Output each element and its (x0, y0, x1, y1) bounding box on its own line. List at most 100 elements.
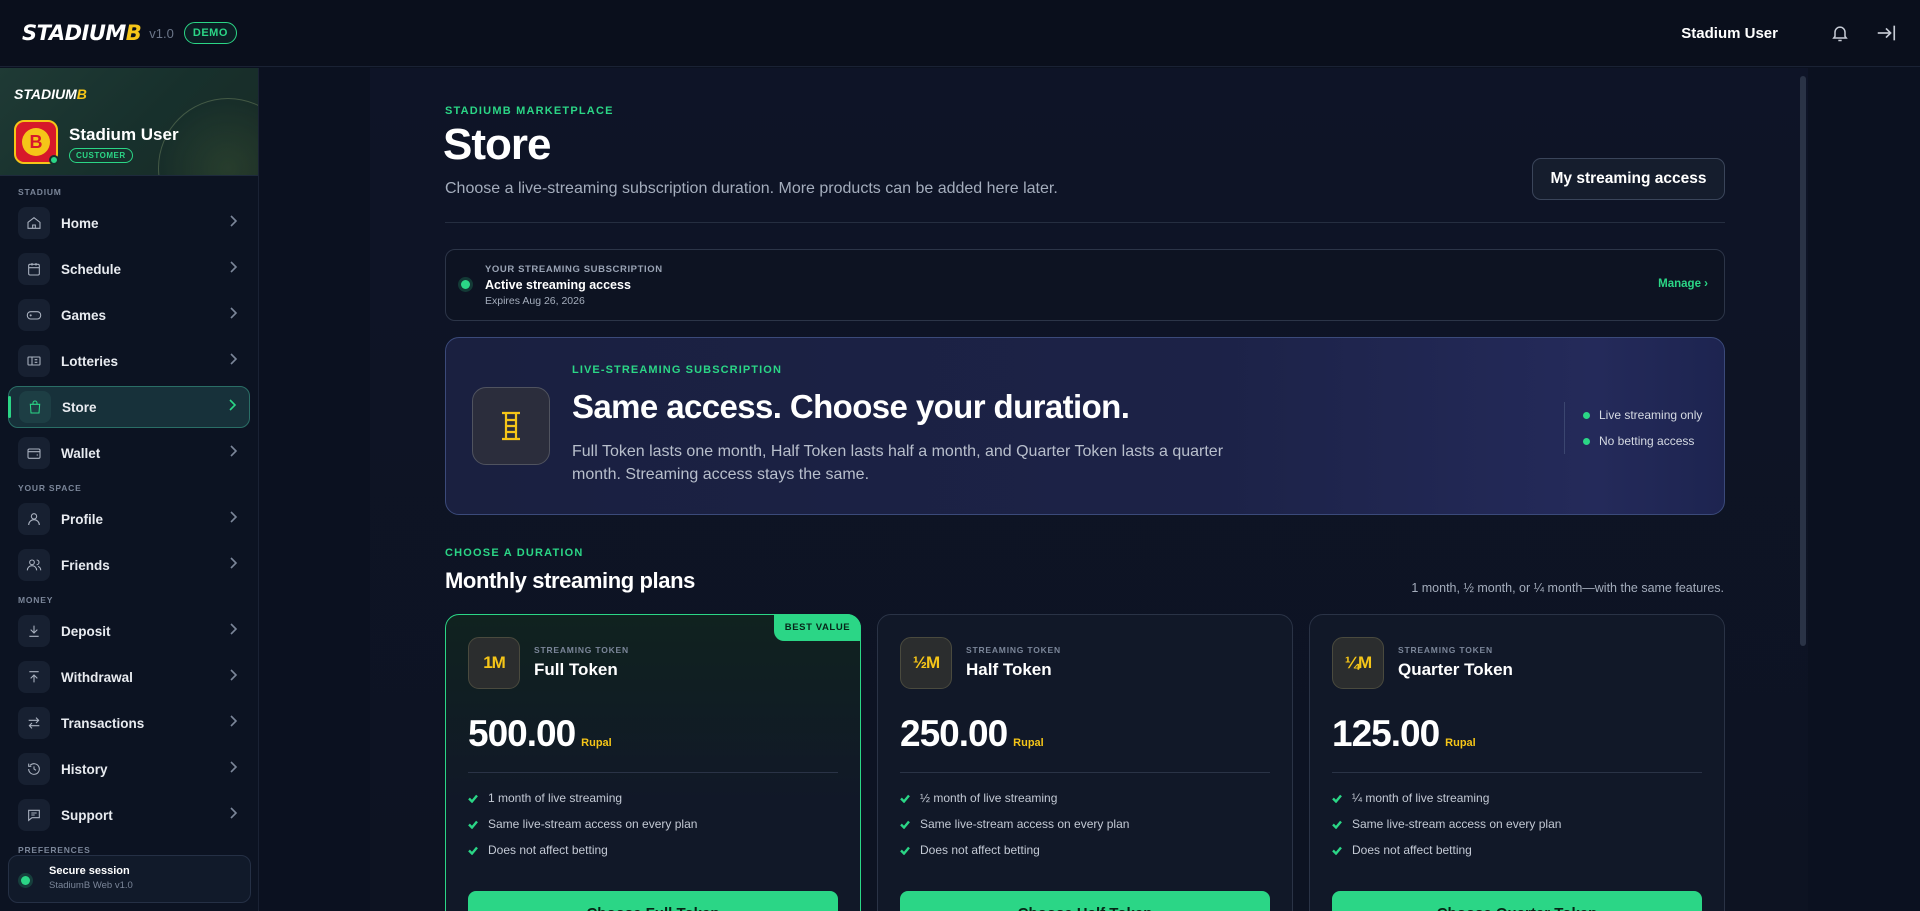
my-streaming-access-button[interactable]: My streaming access (1532, 158, 1725, 200)
online-status-dot (49, 155, 59, 165)
sidebar-item-history[interactable]: History (8, 748, 250, 790)
check-icon (900, 846, 910, 855)
choose-full-token-button[interactable]: Choose Full Token (468, 891, 838, 911)
sidebar-item-label: Home (61, 215, 99, 231)
users-icon (18, 549, 50, 581)
message-icon (18, 799, 50, 831)
plan-feature: Same live-stream access on every plan (1332, 817, 1561, 831)
sidebar-item-label: Lotteries (61, 353, 119, 369)
page-subtitle: Choose a live-streaming subscription dur… (445, 180, 1058, 197)
sidebar-item-games[interactable]: Games (8, 294, 250, 336)
upload-icon (18, 661, 50, 693)
plan-feature: Does not affect betting (900, 843, 1040, 857)
sidebar-logo: STADIUMB (14, 86, 87, 102)
plan-feature: ¼ month of live streaming (1332, 791, 1489, 805)
plan-card-full-token[interactable]: BEST VALUE 1M STREAMING TOKEN Full Token… (445, 614, 861, 911)
chevron-right-icon (228, 260, 238, 278)
sidebar-item-label: Store (62, 399, 97, 415)
hero-title: Same access. Choose your duration. (572, 388, 1130, 425)
swap-icon (18, 707, 50, 739)
sidebar-item-label: Withdrawal (61, 669, 133, 685)
chevron-right-icon (228, 760, 238, 778)
plan-feature: Same live-stream access on every plan (468, 817, 697, 831)
hero-feature: No betting access (1583, 428, 1702, 454)
chevron-right-icon (228, 352, 238, 370)
section-label-money: MONEY (18, 595, 54, 605)
manage-link[interactable]: Manage › (1658, 278, 1708, 290)
plan-kicker: STREAMING TOKEN (966, 645, 1061, 655)
wallet-icon (18, 437, 50, 469)
price-currency: Rupal (1013, 737, 1044, 749)
plan-duration-icon: 1M (468, 637, 520, 689)
check-icon (900, 820, 910, 829)
chevron-right-icon (228, 556, 238, 574)
sidebar-item-label: Profile (61, 511, 104, 527)
sidebar-item-home[interactable]: Home (8, 202, 250, 244)
top-user-name[interactable]: Stadium User (1681, 25, 1778, 42)
page-title: Store (443, 120, 551, 169)
scrollbar-thumb[interactable] (1800, 76, 1806, 646)
user-icon (18, 503, 50, 535)
plans-note: 1 month, ½ month, or ¼ month—with the sa… (1411, 581, 1724, 595)
bell-icon[interactable] (1828, 21, 1852, 45)
plan-card-quarter-token[interactable]: ¼M STREAMING TOKEN Quarter Token 125.00 … (1309, 614, 1725, 911)
token-icon (472, 387, 550, 465)
hero-feature-list: Live streaming only No betting access (1564, 402, 1702, 454)
avatar[interactable]: B (14, 120, 59, 165)
subscription-kicker: YOUR STREAMING SUBSCRIPTION (485, 264, 663, 275)
sidebar-item-withdrawal[interactable]: Withdrawal (8, 656, 250, 698)
plan-kicker: STREAMING TOKEN (1398, 645, 1493, 655)
chevron-right-icon (228, 306, 238, 324)
choose-quarter-token-button[interactable]: Choose Quarter Token (1332, 891, 1702, 911)
hero-description: Full Token lasts one month, Half Token l… (572, 443, 1224, 483)
top-bar: STADIUMB v1.0 DEMO Stadium User (0, 0, 1920, 67)
plan-duration-icon: ½M (900, 637, 952, 689)
sidebar-item-wallet[interactable]: Wallet (8, 432, 250, 474)
sidebar-item-store[interactable]: Store (8, 386, 250, 428)
sidebar-item-profile[interactable]: Profile (8, 498, 250, 540)
secure-session-card: Secure session StadiumB Web v1.0 (8, 855, 251, 903)
check-icon (1332, 846, 1342, 855)
home-icon (18, 207, 50, 239)
sidebar-item-label: Deposit (61, 623, 111, 639)
role-badge: CUSTOMER (69, 148, 133, 163)
page-kicker: STADIUMB MARKETPLACE (445, 105, 614, 117)
scrollbar[interactable] (1800, 76, 1806, 908)
sidebar-item-transactions[interactable]: Transactions (8, 702, 250, 744)
best-value-badge: BEST VALUE (774, 614, 861, 641)
logout-icon[interactable] (1874, 21, 1898, 45)
secure-session-subtitle: StadiumB Web v1.0 (49, 880, 133, 891)
sidebar-item-label: History (61, 761, 108, 777)
price-amount: 125.00 (1332, 713, 1440, 754)
sidebar-item-schedule[interactable]: Schedule (8, 248, 250, 290)
gamepad-icon (18, 299, 50, 331)
header-divider (445, 222, 1725, 223)
plan-card-half-token[interactable]: ½M STREAMING TOKEN Half Token 250.00 Rup… (877, 614, 1293, 911)
subscription-status: Active streaming access (485, 278, 631, 292)
sidebar-item-label: Support (61, 807, 113, 823)
sidebar-item-support[interactable]: Support (8, 794, 250, 836)
ticket-icon (18, 345, 50, 377)
plan-price: 250.00 Rupal (900, 713, 1044, 755)
plan-name: Half Token (966, 660, 1052, 679)
history-icon (18, 753, 50, 785)
sidebar-item-deposit[interactable]: Deposit (8, 610, 250, 652)
sidebar-item-friends[interactable]: Friends (8, 544, 250, 586)
plans-title: Monthly streaming plans (445, 568, 695, 593)
profile-card[interactable]: STADIUMB B Stadium User CUSTOMER (0, 68, 258, 176)
app-logo[interactable]: STADIUMB (22, 21, 142, 45)
check-icon (468, 794, 478, 803)
hero-banner: LIVE-STREAMING SUBSCRIPTION Same access.… (445, 337, 1725, 515)
plan-feature: Does not affect betting (468, 843, 608, 857)
choose-half-token-button[interactable]: Choose Half Token (900, 891, 1270, 911)
plan-divider (468, 772, 838, 773)
section-label-your-space: YOUR SPACE (18, 483, 82, 493)
plan-divider (900, 772, 1270, 773)
chevron-right-icon (228, 622, 238, 640)
avatar-letter: B (22, 128, 50, 156)
plan-feature: 1 month of live streaming (468, 791, 622, 805)
profile-name: Stadium User (69, 125, 179, 144)
sidebar-item-lotteries[interactable]: Lotteries (8, 340, 250, 382)
check-icon (468, 846, 478, 855)
sidebar-item-label: Transactions (61, 715, 145, 731)
